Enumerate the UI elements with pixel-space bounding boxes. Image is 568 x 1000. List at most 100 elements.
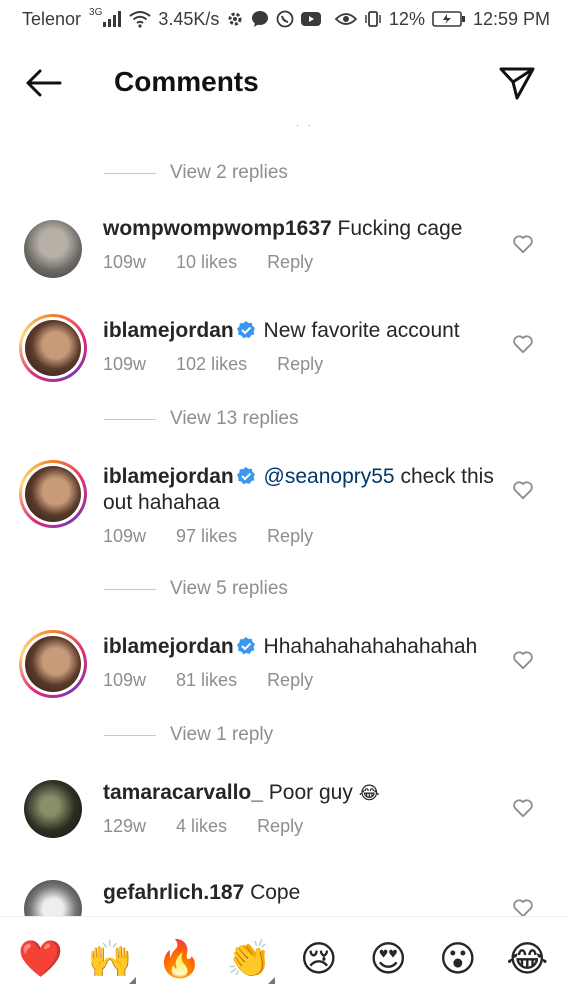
comment-body: Poor guy [268, 781, 353, 804]
like-count[interactable]: 10 likes [176, 252, 237, 273]
crying-face-emoji-button[interactable]: 😢 [292, 932, 346, 986]
skin-tone-indicator [129, 976, 137, 984]
battery-icon [432, 11, 466, 27]
username[interactable]: iblamejordan [103, 635, 234, 658]
clapping-hands-emoji-button[interactable]: 👏 [222, 932, 276, 986]
verified-badge-icon [236, 637, 255, 655]
comment-text: iblamejordan New favorite account [103, 318, 503, 344]
comment-text: tamaracarvallo_ Poor guy 😂 [103, 780, 503, 806]
avatar[interactable] [19, 314, 87, 382]
comment-body: Fucking cage [337, 217, 463, 240]
like-count[interactable]: 81 likes [176, 670, 237, 691]
whatsapp-icon [276, 10, 294, 28]
heart-eyes-icon: 😍 [369, 937, 408, 979]
reply-button[interactable]: Reply [257, 816, 303, 837]
mention-link[interactable]: @seanopry55 [264, 465, 395, 488]
username[interactable]: gefahrlich.187 [103, 881, 244, 904]
heart-icon[interactable] [512, 898, 534, 916]
avatar[interactable] [24, 880, 82, 916]
red-heart-emoji-button[interactable]: ❤️ [14, 932, 68, 986]
surprised-face-emoji-button[interactable]: 😮 [431, 932, 485, 986]
comments-list[interactable]: · · View 2 replies wompwompwomp1637 Fuck… [0, 116, 568, 916]
network-type: 3G [89, 6, 103, 18]
comment-meta: 109w 81 likes Reply [103, 670, 313, 691]
heart-icon[interactable] [512, 334, 534, 354]
signal-icon: 3G [88, 7, 122, 27]
avatar[interactable] [24, 220, 82, 278]
heart-icon[interactable] [512, 798, 534, 818]
reply-button[interactable]: Reply [267, 670, 313, 691]
view-replies-label: View 1 reply [170, 724, 274, 745]
status-right: 12% 12:59 PM [334, 8, 550, 30]
comment-body: Hhahahahahahahahah [263, 635, 478, 658]
clock: 12:59 PM [472, 8, 550, 29]
view-replies-label: View 13 replies [170, 408, 299, 429]
avatar[interactable] [19, 460, 87, 528]
fire-emoji-button[interactable]: 🔥 [153, 932, 207, 986]
username[interactable]: iblamejordan [103, 465, 234, 488]
tears-of-joy-icon: 😂 [506, 937, 549, 979]
view-replies-label: View 2 replies [170, 162, 288, 183]
comment-time: 129w [103, 816, 147, 836]
status-bar: Telenor 3G 3.45K/s 12% 12:59 PM [0, 0, 568, 38]
crying-face-icon: 😢 [299, 937, 338, 979]
like-count[interactable]: 4 likes [176, 816, 227, 837]
heart-icon[interactable] [512, 480, 534, 500]
chat-icon [251, 10, 269, 28]
comments-header: Comments [0, 50, 568, 116]
battery-percent: 12% [388, 8, 425, 29]
like-count[interactable]: 102 likes [176, 354, 247, 375]
vibrate-icon [364, 10, 382, 28]
skin-tone-indicator [268, 976, 276, 984]
share-button[interactable] [498, 64, 536, 102]
network-speed: 3.45K/s [158, 8, 220, 29]
heart-eyes-emoji-button[interactable]: 😍 [361, 932, 415, 986]
raising-hands-emoji-button[interactable]: 🙌 [83, 932, 137, 986]
username[interactable]: wompwompwomp1637 [103, 217, 332, 240]
comment-time: 109w [103, 526, 147, 546]
comment-text: gefahrlich.187 Cope [103, 880, 503, 906]
youtube-icon [301, 11, 322, 27]
divider [104, 588, 156, 590]
view-replies-button[interactable]: View 5 replies [104, 578, 288, 600]
comment-time: 109w [103, 252, 147, 272]
divider [104, 734, 156, 736]
comment-body: New favorite account [263, 319, 460, 342]
divider [104, 418, 156, 420]
avatar[interactable] [24, 780, 82, 838]
heart-icon[interactable] [512, 650, 534, 670]
settings-icon [226, 10, 244, 28]
eye-icon [334, 11, 357, 27]
reply-button[interactable]: Reply [267, 526, 313, 547]
carrier-label: Telenor [22, 8, 82, 29]
back-button[interactable] [24, 66, 64, 100]
verified-badge-icon [236, 321, 255, 339]
tears-of-joy-emoji-button[interactable]: 😂 [500, 932, 554, 986]
heart-icon[interactable] [512, 234, 534, 254]
comment-meta: 109w 102 likes Reply [103, 354, 323, 375]
username[interactable]: iblamejordan [103, 319, 234, 342]
surprised-face-icon: 😮 [438, 937, 477, 979]
status-left: Telenor 3G 3.45K/s [22, 7, 322, 30]
avatar[interactable] [19, 630, 87, 698]
paper-plane-icon [499, 67, 535, 100]
view-replies-button[interactable]: View 13 replies [104, 408, 299, 430]
comment-text: wompwompwomp1637 Fucking cage [103, 216, 503, 242]
comment-meta: 109w 10 likes Reply [103, 252, 313, 273]
comment-meta: 109w 97 likes Reply [103, 526, 313, 547]
view-replies-label: View 5 replies [170, 578, 288, 599]
divider [104, 172, 156, 174]
reply-button[interactable]: Reply [277, 354, 323, 375]
comment-time: 109w [103, 354, 147, 374]
view-replies-button[interactable]: View 1 reply [104, 724, 273, 746]
verified-badge-icon [236, 467, 255, 485]
arrow-left-icon [26, 69, 62, 97]
view-replies-button[interactable]: View 2 replies [104, 162, 288, 184]
clapping-hands-icon: 👏 [226, 937, 272, 979]
red-heart-icon: ❤️ [18, 937, 64, 979]
clipped-content: · · [296, 120, 311, 131]
username[interactable]: tamaracarvallo_ [103, 781, 263, 804]
reply-button[interactable]: Reply [267, 252, 313, 273]
page-title: Comments [114, 66, 259, 97]
like-count[interactable]: 97 likes [176, 526, 237, 547]
